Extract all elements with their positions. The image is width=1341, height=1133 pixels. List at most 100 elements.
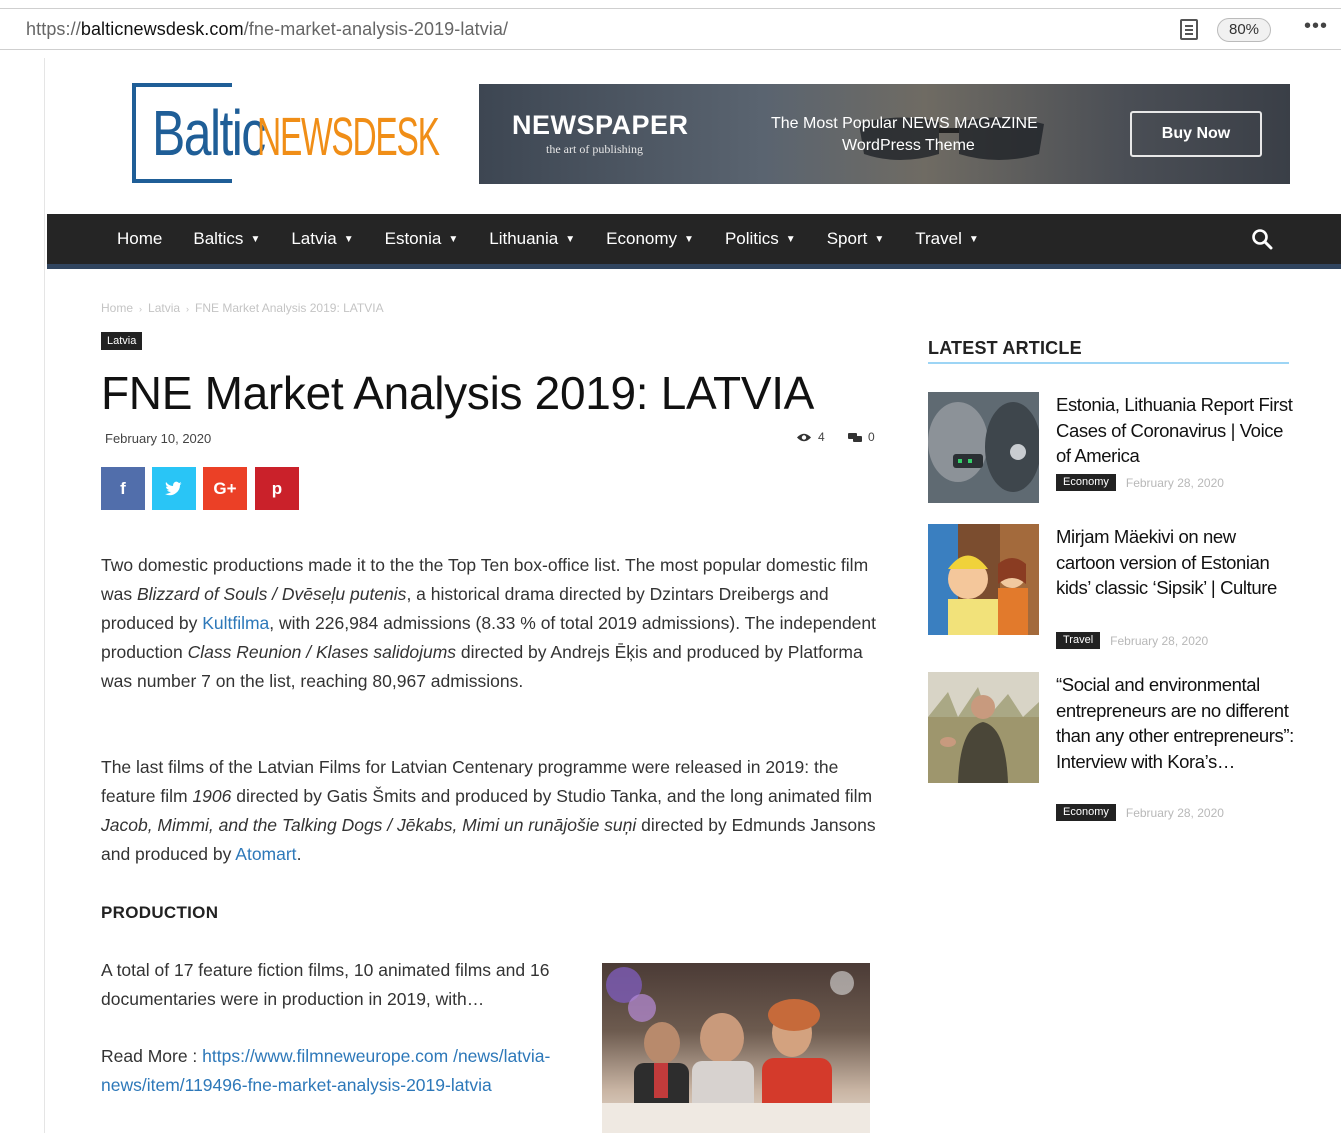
- breadcrumb-separator: ›: [186, 304, 190, 314]
- nav-item-lithuania[interactable]: Lithuania ▼: [489, 229, 575, 249]
- sidebar-article-title[interactable]: Estonia, Lithuania Report First Cases of…: [1056, 392, 1296, 469]
- nav-item-economy[interactable]: Economy ▼: [606, 229, 694, 249]
- nav-item-label: Travel: [915, 229, 962, 248]
- article-thumbnail[interactable]: [928, 672, 1039, 783]
- page-title: FNE Market Analysis 2019: LATVIA: [101, 367, 815, 419]
- film-title: Class Reunion / Klases salidojums: [187, 642, 457, 662]
- category-badge[interactable]: Economy: [1056, 474, 1116, 491]
- google-plus-share-button[interactable]: G+: [203, 467, 247, 510]
- article-paragraph-2: The last films of the Latvian Films for …: [101, 753, 876, 869]
- sidebar-title: LATEST ARTICLE: [928, 338, 1082, 358]
- film-title: Jacob, Mimmi, and the Talking Dogs / Jēk…: [101, 815, 637, 835]
- chevron-down-icon: ▼: [968, 233, 979, 245]
- view-count-value: 4: [818, 430, 825, 444]
- chevron-down-icon: ▼: [874, 233, 885, 245]
- reader-view-icon[interactable]: [1180, 19, 1198, 40]
- breadcrumb-category[interactable]: Latvia: [148, 301, 180, 315]
- category-badge[interactable]: Economy: [1056, 804, 1116, 821]
- article-paragraph-1: Two domestic productions made it to the …: [101, 551, 876, 696]
- category-badge[interactable]: Latvia: [101, 332, 143, 350]
- comment-count[interactable]: 0: [848, 430, 875, 444]
- comment-count-value: 0: [868, 430, 875, 444]
- nav-item-label: Latvia: [291, 229, 337, 248]
- zoom-level-button[interactable]: 80%: [1217, 18, 1271, 42]
- chevron-down-icon: ▼: [250, 233, 261, 245]
- sidebar-article-meta: Economy February 28, 2020: [1056, 804, 1224, 821]
- chevron-down-icon: ▼: [684, 233, 694, 245]
- nav-item-label: Home: [117, 229, 163, 248]
- view-count: 4: [796, 430, 825, 444]
- page-content: BalticNEWSDESK NEWSPAPER the art of publ…: [44, 58, 1341, 1133]
- more-options-icon[interactable]: •••: [1304, 15, 1328, 38]
- nav-item-estonia[interactable]: Estonia ▼: [385, 229, 459, 249]
- banner-tagline-2: WordPress Theme: [842, 137, 975, 154]
- url-prefix: https://: [26, 19, 81, 39]
- sidebar-article-date: February 28, 2020: [1110, 633, 1209, 648]
- nav-item-label: Sport: [826, 229, 868, 248]
- logo-baltic: Baltic: [152, 97, 266, 169]
- chevron-down-icon: ▼: [448, 233, 459, 245]
- sidebar-article-date: February 28, 2020: [1125, 475, 1224, 490]
- nav-item-label: Lithuania: [489, 229, 559, 248]
- cartoon-photo: [928, 524, 1039, 635]
- sidebar-article-date: February 28, 2020: [1125, 805, 1224, 820]
- article-paragraph-3: A total of 17 feature fiction films, 10 …: [101, 960, 550, 1009]
- logo-newsdesk: NEWSDESK: [256, 107, 440, 167]
- chevron-down-icon: ▼: [343, 233, 354, 245]
- read-more-paragraph: Read More : https://www.filmneweurope.co…: [101, 1042, 591, 1100]
- nav-item-politics[interactable]: Politics ▼: [725, 229, 796, 249]
- sidebar-article-title[interactable]: Mirjam Mäekivi on new cartoon version of…: [1056, 524, 1296, 601]
- sidebar-article-meta: Economy February 28, 2020: [1056, 474, 1224, 491]
- breadcrumb-separator: ›: [139, 304, 143, 314]
- article-thumbnail[interactable]: [928, 392, 1039, 503]
- nav-item-latvia[interactable]: Latvia ▼: [291, 229, 353, 249]
- article-date: February 10, 2020: [105, 431, 212, 446]
- nav-item-label: Economy: [606, 229, 678, 248]
- film-title: 1906: [192, 786, 232, 806]
- address-bar[interactable]: https://balticnewsdesk.com/fne-market-an…: [0, 8, 1341, 50]
- atomart-link[interactable]: Atomart: [235, 844, 296, 864]
- nav-items: Home Baltics ▼ Latvia ▼ Estonia ▼ Lithuania ▼ Eco…: [117, 214, 1010, 264]
- nav-item-label: Politics: [724, 229, 779, 248]
- sidebar-article[interactable]: “Social and environmental entrepreneurs …: [928, 672, 1294, 832]
- interview-photo: [928, 672, 1039, 783]
- category-badge[interactable]: Travel: [1056, 632, 1101, 649]
- section-heading-production: PRODUCTION: [101, 903, 219, 922]
- pinterest-share-button[interactable]: p: [255, 467, 299, 510]
- buy-now-button[interactable]: Buy Now: [1130, 111, 1262, 157]
- chevron-down-icon: ▼: [565, 233, 576, 245]
- nav-item-home[interactable]: Home: [117, 229, 162, 249]
- text-run: .: [296, 844, 302, 864]
- article-thumbnail[interactable]: [928, 524, 1039, 635]
- header-ad-banner[interactable]: NEWSPAPER the art of publishing The Most…: [479, 84, 1290, 184]
- eye-icon: [797, 433, 811, 441]
- party-photo: [602, 967, 870, 1133]
- film-title: Blizzard of Souls / Dvēseļu putenis: [136, 584, 407, 604]
- url-host: balticnewsdesk.com: [80, 19, 244, 39]
- breadcrumb-current: FNE Market Analysis 2019: LATVIA: [195, 301, 384, 315]
- nav-item-baltics[interactable]: Baltics ▼: [193, 229, 260, 249]
- kultfilma-link[interactable]: Kultfilma: [202, 613, 269, 633]
- twitter-icon: [165, 481, 182, 496]
- nav-item-label: Estonia: [384, 229, 442, 248]
- comment-icon: [848, 432, 862, 442]
- site-logo[interactable]: BalticNEWSDESK: [132, 83, 530, 183]
- nav-item-label: Baltics: [193, 229, 244, 248]
- nav-item-sport[interactable]: Sport ▼: [827, 229, 885, 249]
- sidebar-article-title[interactable]: “Social and environmental entrepreneurs …: [1056, 672, 1296, 774]
- sidebar-article[interactable]: Estonia, Lithuania Report First Cases of…: [928, 392, 1293, 507]
- facebook-share-button[interactable]: f: [101, 467, 145, 510]
- sidebar-article[interactable]: Mirjam Mäekivi on new cartoon version of…: [928, 524, 1290, 654]
- banner-tagline-1: The Most Popular NEWS MAGAZINE: [771, 115, 1038, 132]
- sidebar-divider: [928, 362, 1289, 364]
- url-text[interactable]: https://balticnewsdesk.com/fne-market-an…: [26, 19, 508, 40]
- breadcrumb: Home › Latvia › FNE Market Analysis 2019: LA…: [101, 301, 384, 315]
- banner-title: NEWSPAPER: [512, 110, 689, 140]
- nav-item-travel[interactable]: Travel ▼: [915, 229, 979, 249]
- search-icon[interactable]: [1251, 228, 1273, 250]
- coronavirus-photo: [928, 392, 1039, 503]
- banner-subtitle: the art of publishing: [546, 142, 643, 156]
- text-run: directed by Gatis Šmits and produced by …: [231, 786, 873, 806]
- twitter-share-button[interactable]: [152, 467, 196, 510]
- breadcrumb-home[interactable]: Home: [101, 301, 133, 315]
